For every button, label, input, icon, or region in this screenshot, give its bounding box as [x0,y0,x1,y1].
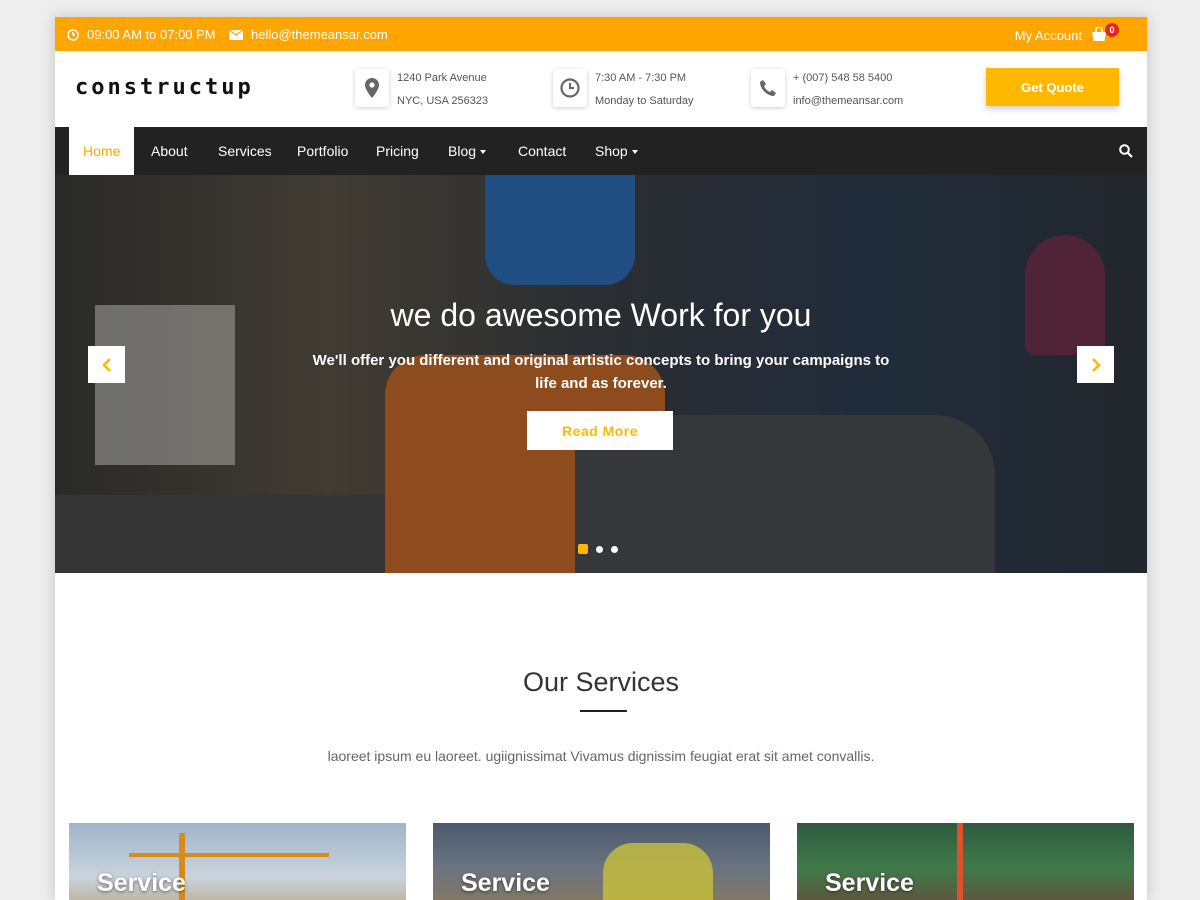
nav-item-blog[interactable]: Blog [448,127,487,175]
contact-email[interactable]: info@themeansar.com [793,90,903,113]
get-quote-button[interactable]: Get Quote [986,68,1119,106]
nav-item-blog-label: Blog [448,143,477,159]
nav-item-services[interactable]: Services [218,127,272,175]
email-text[interactable]: hello@themeansar.com [251,27,388,42]
contact-phone[interactable]: + (007) 548 58 5400 [793,67,903,90]
envelope-icon [229,29,243,40]
hours-info: 7:30 AM - 7:30 PM Monday to Saturday [553,69,693,113]
slider-dot-2[interactable] [596,545,603,553]
slider-dot-1[interactable] [578,544,588,554]
title-divider [580,710,627,712]
phone-icon [751,69,785,107]
caret-down-icon [480,150,487,155]
scaffold-image [957,823,963,900]
hours-line-1: 7:30 AM - 7:30 PM [595,72,687,84]
service-card-2[interactable]: Service [433,823,770,900]
nav-item-portfolio[interactable]: Portfolio [297,127,348,175]
chevron-right-icon[interactable] [1077,346,1114,383]
main-nav: Home About Services Portfolio Pricing Bl… [55,127,1147,175]
my-account-link[interactable]: My Account [1015,28,1082,43]
chevron-left-icon[interactable] [88,346,125,383]
service-card-title: Service [825,869,914,897]
email-item[interactable]: hello@themeansar.com [229,27,388,42]
services-description: laoreet ipsum eu laoreet. ugiignissimat … [327,748,875,764]
hero-title: we do awesome Work for you [390,297,812,333]
address-line-1: 1240 Park Avenue [397,72,487,84]
hours-line-2: Monday to Saturday [595,95,694,107]
contact-info: + (007) 548 58 5400 info@themeansar.com [751,69,903,113]
nav-item-home[interactable]: Home [69,127,135,175]
service-card-3[interactable]: Service [797,823,1134,900]
clock-icon [67,28,79,41]
service-card-1[interactable]: Service [69,823,406,900]
address-line-2: NYC, USA 256323 [397,95,489,107]
service-card-title: Service [97,869,186,897]
service-card-title: Service [461,869,550,897]
hero-slider: we do awesome Work for you We'll offer y… [55,175,1147,573]
hero-subtitle: We'll offer you different and original a… [312,352,890,392]
hours-text: 09:00 AM to 07:00 PM [87,27,216,42]
address-info: 1240 Park Avenue NYC, USA 256323 [355,69,488,113]
services-title: Our Services [522,667,680,697]
search-icon[interactable] [1119,144,1133,163]
map-pin-icon [355,69,389,107]
caret-down-icon [631,150,638,155]
nav-item-about[interactable]: About [151,127,188,175]
nav-item-shop-label: Shop [595,143,628,159]
slider-dots [578,544,618,554]
cart-count-badge: 0 [1105,23,1119,37]
hours-item: 09:00 AM to 07:00 PM [67,27,216,42]
clock-icon [553,69,587,107]
read-more-button[interactable]: Read More [527,411,673,450]
nav-item-pricing[interactable]: Pricing [376,127,419,175]
nav-item-shop[interactable]: Shop [595,127,638,175]
slider-dot-3[interactable] [611,545,618,553]
crane-arm-image [129,853,329,857]
top-bar: 09:00 AM to 07:00 PM hello@themeansar.co… [55,17,1147,51]
nav-item-contact[interactable]: Contact [518,127,566,175]
worker-image [603,843,713,900]
page-frame: 09:00 AM to 07:00 PM hello@themeansar.co… [55,17,1147,900]
site-logo[interactable]: constructup [75,75,254,100]
